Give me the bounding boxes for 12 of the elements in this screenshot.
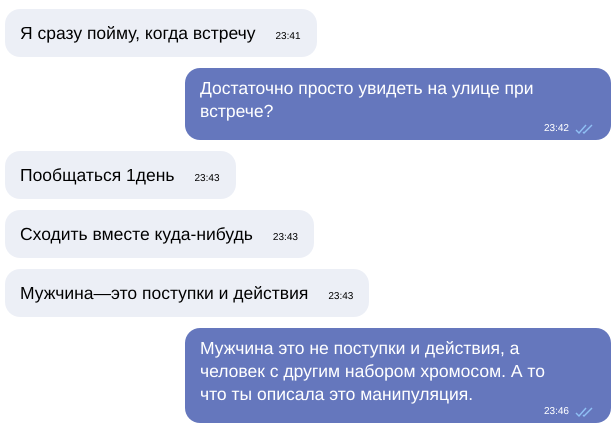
message-text: Я сразу пойму, когда встречу (20, 23, 256, 43)
message-text: Мужчина—это поступки и действия (20, 283, 308, 303)
message-text: Сходить вместе куда-нибудь (20, 224, 253, 244)
message-time: 23:43 (328, 291, 354, 303)
message-time: 23:43 (272, 232, 298, 244)
message-text: Пообщаться 1день (20, 165, 174, 185)
message-time: 23:46 (544, 406, 569, 418)
message-time: 23:41 (276, 31, 301, 43)
message-text: Мужчина это не поступки и действия, а человек с другим набором хромосом. А то что ты описала это манипуляция. (200, 337, 546, 406)
message-time: 23:42 (544, 123, 569, 135)
message-time: 23:43 (194, 173, 220, 185)
message-text: Достаточно просто увидеть на улице при встрече? (200, 77, 535, 123)
